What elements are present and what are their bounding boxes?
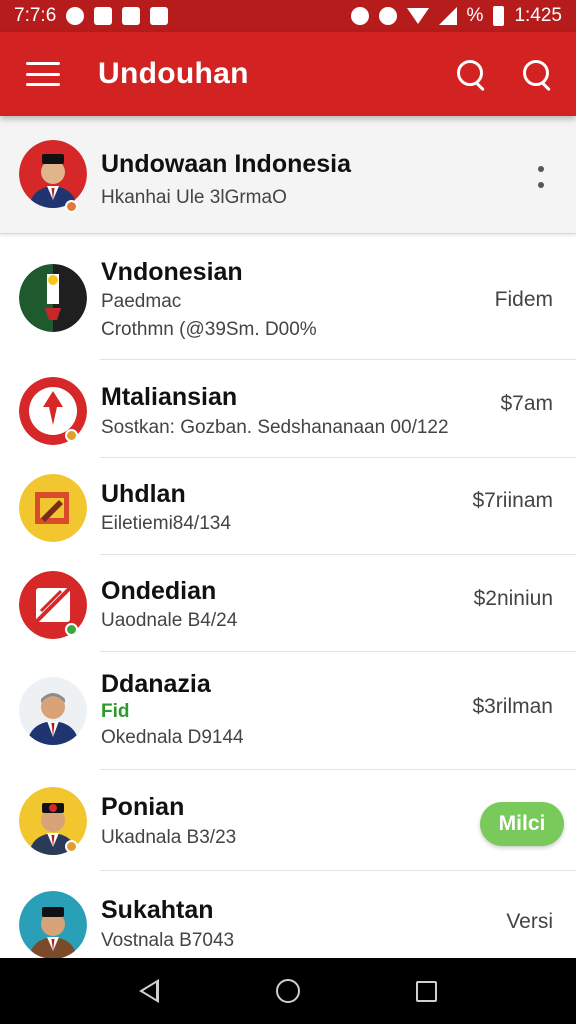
conversation-meta: $7am: [500, 392, 553, 415]
pinned-conversation[interactable]: Undowaan Indonesia Hkanhai Ule 3lGrmaO: [0, 116, 576, 234]
status-badge: [65, 840, 78, 853]
conversation-line: Paedmac: [101, 291, 182, 312]
alarm-icon: [350, 7, 369, 25]
notification-icon: [150, 7, 169, 25]
conversation-line: Crothmn (@39Sm. D00%: [101, 319, 317, 340]
conversation-line: Vostnala B7043: [101, 930, 235, 951]
avatar: [19, 264, 87, 332]
conversation-line: Fid: [101, 701, 130, 722]
battery-percent: %: [466, 5, 484, 26]
nav-back-button[interactable]: [124, 966, 174, 1016]
list-item[interactable]: Ondedian Uaodnale B4/24 $2niniun: [0, 555, 576, 652]
menu-icon[interactable]: [26, 62, 60, 86]
location-icon: [378, 7, 397, 25]
status-badge: [65, 429, 78, 442]
list-item[interactable]: Ponian Ukadnala B3/23 Milci: [0, 770, 576, 871]
conversation-name: Ddanazia: [101, 670, 211, 698]
list-item[interactable]: Uhdlan Eiletiemi84/134 $7riinam: [0, 458, 576, 555]
conversation-meta: Versi: [506, 910, 553, 933]
conversation-meta: $7riinam: [472, 489, 553, 512]
notification-icon: [122, 7, 141, 25]
status-badge: [65, 623, 78, 636]
conversation-name: Ondedian: [101, 577, 217, 605]
signal-icon: [438, 7, 457, 25]
action-pill-button[interactable]: Milci: [480, 802, 564, 846]
conversation-name: Sukahtan: [101, 896, 214, 924]
conversation-meta: Fidem: [494, 288, 553, 311]
conversation-name: Mtaliansian: [101, 383, 238, 411]
status-clock: 1:425: [514, 5, 562, 26]
status-badge: [65, 200, 78, 213]
conversation-name: Vndonesian: [101, 258, 243, 286]
search-icon[interactable]: [520, 57, 554, 91]
wifi-icon: [406, 8, 429, 24]
status-time: 7:7:6: [14, 5, 57, 26]
conversation-subtitle: Hkanhai Ule 3lGrmaO: [101, 187, 287, 208]
more-vertical-icon[interactable]: [538, 166, 546, 188]
avatar: [19, 677, 87, 745]
nav-back-icon: [139, 979, 160, 1003]
conversation-meta: $3rilman: [472, 695, 553, 718]
avatar: [19, 140, 87, 208]
status-bar: 7:7:6 % 1:425: [0, 0, 576, 32]
conversation-meta: $2niniun: [473, 587, 553, 610]
app-bar: Undouhan: [0, 32, 576, 116]
conversation-line: Ukadnala B3/23: [101, 827, 237, 848]
avatar: [19, 474, 87, 542]
conversation-line: Eiletiemi84/134: [101, 513, 231, 534]
app-title: Undouhan: [98, 57, 249, 90]
list-item[interactable]: Mtaliansian Sostkan: Gozban. Sedshananaa…: [0, 360, 576, 458]
battery-icon: [493, 6, 505, 26]
notification-icon: [66, 7, 85, 25]
conversation-name: Uhdlan: [101, 480, 186, 508]
list-item[interactable]: Ddanazia Fid Okednala D9144 $3rilman: [0, 652, 576, 770]
avatar: [19, 891, 87, 958]
conversation-line: Okednala D9144: [101, 727, 244, 748]
conversation-name: Ponian: [101, 793, 185, 821]
nav-recents-icon: [416, 980, 438, 1002]
search-icon[interactable]: [454, 57, 488, 91]
nav-home-icon: [275, 979, 300, 1003]
status-left: 7:7:6: [14, 5, 169, 27]
navigation-bar: [0, 958, 576, 1024]
conversation-name: Undowaan Indonesia: [101, 150, 352, 178]
list-item[interactable]: Vndonesian Paedmac Crothmn (@39Sm. D00% …: [0, 234, 576, 360]
status-right: % 1:425: [350, 5, 562, 27]
nav-recents-button[interactable]: [402, 966, 452, 1016]
notification-icon: [94, 7, 113, 25]
conversation-line: Uaodnale B4/24: [101, 610, 238, 631]
nav-home-button[interactable]: [263, 966, 313, 1016]
conversation-line: Sostkan: Gozban. Sedshananaan 00/122: [101, 417, 449, 438]
list-item[interactable]: Sukahtan Vostnala B7043 Versi: [0, 871, 576, 958]
